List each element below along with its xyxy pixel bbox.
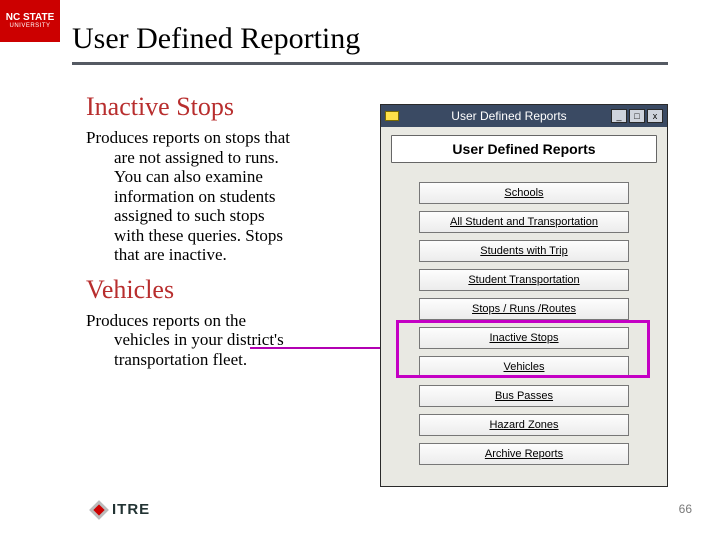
report-item-schools[interactable]: Schools	[419, 182, 629, 204]
window-titlebar: User Defined Reports _ □ x	[381, 105, 667, 127]
report-item-archive-reports[interactable]: Archive Reports	[419, 443, 629, 465]
page-title: User Defined Reporting	[72, 22, 360, 56]
reports-list: Schools All Student and Transportation S…	[381, 171, 667, 486]
maximize-button[interactable]: □	[629, 109, 645, 123]
close-button[interactable]: x	[647, 109, 663, 123]
ncstate-logo-name: NC STATE	[6, 12, 55, 23]
window-control-buttons: _ □ x	[611, 109, 663, 123]
user-defined-reports-window: User Defined Reports _ □ x User Defined …	[380, 104, 668, 487]
report-item-hazard-zones[interactable]: Hazard Zones	[419, 414, 629, 436]
itre-logo-text: ITRE	[112, 501, 150, 518]
section-body-inactive-stops: Produces reports on stops that are not a…	[86, 128, 296, 265]
itre-diamond-icon	[89, 500, 109, 520]
report-item-bus-passes[interactable]: Bus Passes	[419, 385, 629, 407]
window-app-icon	[385, 111, 399, 121]
left-column: Inactive Stops Produces reports on stops…	[86, 92, 356, 369]
ncstate-logo-sub: UNIVERSITY	[9, 23, 50, 30]
report-item-students-with-trip[interactable]: Students with Trip	[419, 240, 629, 262]
minimize-button[interactable]: _	[611, 109, 627, 123]
ncstate-logo: NC STATE UNIVERSITY	[0, 0, 60, 42]
itre-logo: ITRE	[92, 501, 150, 518]
reports-panel-header: User Defined Reports	[391, 135, 657, 163]
window-title: User Defined Reports	[407, 109, 611, 123]
report-item-inactive-stops[interactable]: Inactive Stops	[419, 327, 629, 349]
title-underline	[72, 62, 668, 65]
section-body-vehicles: Produces reports on the vehicles in your…	[86, 311, 296, 370]
report-item-student-transportation[interactable]: Student Transportation	[419, 269, 629, 291]
page-number: 66	[679, 502, 692, 516]
report-item-vehicles[interactable]: Vehicles	[419, 356, 629, 378]
report-item-all-student-transportation[interactable]: All Student and Transportation	[419, 211, 629, 233]
report-item-stops-runs-routes[interactable]: Stops / Runs /Routes	[419, 298, 629, 320]
section-heading-inactive-stops: Inactive Stops	[86, 92, 356, 122]
section-heading-vehicles: Vehicles	[86, 275, 356, 305]
